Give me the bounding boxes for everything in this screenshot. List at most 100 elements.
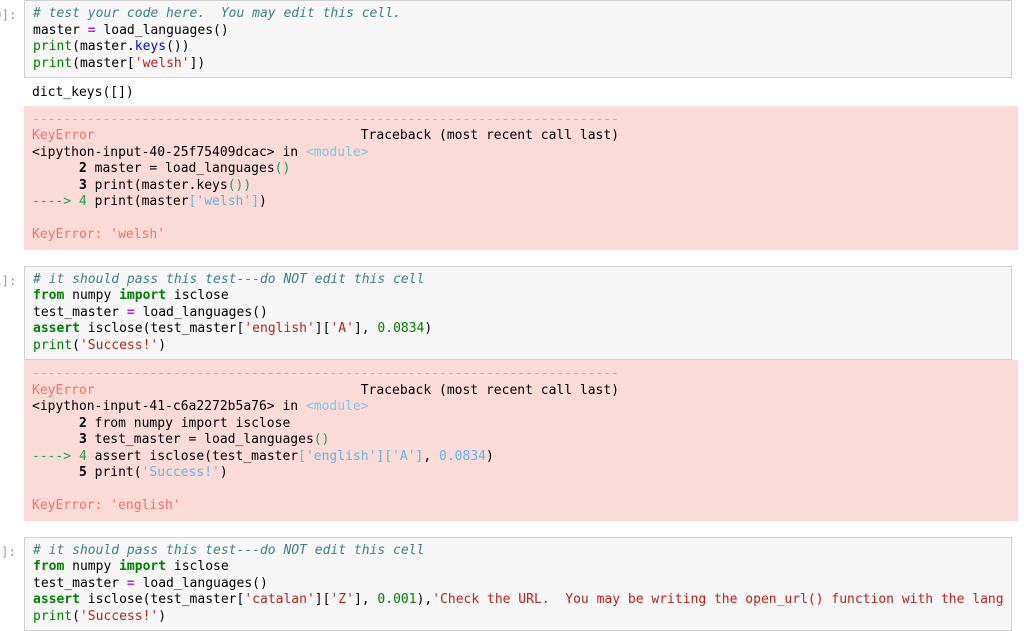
code-line: from numpy import isclose <box>33 559 229 574</box>
code-token: ], <box>354 321 377 336</box>
traceback-frame-scope: <module> <box>306 399 369 414</box>
code-token: = <box>88 23 96 38</box>
traceback-token: (master <box>134 194 189 209</box>
traceback-header-label: Traceback (most recent call last) <box>361 128 619 143</box>
code-token: print <box>33 56 72 71</box>
traceback-frame-scope: <module> <box>306 145 369 160</box>
error-body: ----------------------------------------… <box>16 360 1024 521</box>
traceback-token: () <box>275 161 291 176</box>
code-token: assert <box>33 592 80 607</box>
traceback-source-line: 2 from numpy import isclose <box>32 416 290 431</box>
traceback-token: (test_master <box>204 449 298 464</box>
code-token: keys <box>135 39 166 54</box>
traceback-token: master <box>87 161 150 176</box>
code-input-area[interactable]: # test your code here. You may edit this… <box>24 0 1012 78</box>
code-token: # it should pass this test---do NOT edit… <box>33 272 424 287</box>
traceback-area: ----------------------------------------… <box>24 360 1018 521</box>
traceback-token: ) <box>220 465 228 480</box>
cell-spacer <box>0 250 1024 266</box>
code-token: 'catalan' <box>244 592 314 607</box>
traceback-token: print <box>87 178 134 193</box>
stdout-area: dict_keys([]) <box>24 78 1024 106</box>
code-line: print('Success!') <box>33 338 166 353</box>
code-source[interactable]: # it should pass this test---do NOT edit… <box>33 543 1005 626</box>
notebook-cell[interactable]: ]:# it should pass this test---do NOT ed… <box>0 537 1024 631</box>
code-token: ) <box>158 609 166 624</box>
code-token: = <box>127 576 135 591</box>
notebook-container: 0]: # test your code here. You may edit t… <box>0 0 1024 631</box>
traceback-token: 5 <box>79 465 87 480</box>
traceback-token: ][ <box>376 449 392 464</box>
code-token: 'welsh' <box>135 56 190 71</box>
code-token: # it should pass this test---do NOT edit… <box>33 543 424 558</box>
traceback-token <box>32 432 79 447</box>
traceback-source-line: ----> 4 print(master['welsh']) <box>32 194 267 209</box>
traceback-rule: ----------------------------------------… <box>32 112 619 127</box>
code-token: = <box>127 305 135 320</box>
traceback-token: 3 <box>79 432 87 447</box>
code-line: # test your code here. You may edit this… <box>33 6 401 21</box>
traceback-token: ----> <box>32 449 79 464</box>
traceback-token: 0.0834 <box>439 449 486 464</box>
traceback-token: 'A' <box>392 449 415 464</box>
traceback-frame-in: in <box>275 145 306 160</box>
traceback-token <box>32 416 79 431</box>
traceback-token: 4 <box>79 449 87 464</box>
traceback-token: 2 <box>79 416 87 431</box>
traceback-source-line: 3 test_master = load_languages() <box>32 432 329 447</box>
traceback-token: from numpy import isclose <box>87 416 291 431</box>
code-line: assert isclose(test_master['english']['A… <box>33 321 432 336</box>
cell-body: # it should pass this test---do NOT edit… <box>16 537 1024 631</box>
code-token: ( <box>72 609 80 624</box>
error-body: ----------------------------------------… <box>16 106 1024 250</box>
cell-output-error: ----------------------------------------… <box>0 106 1024 250</box>
traceback-final-message: KeyError: 'welsh' <box>32 227 165 242</box>
traceback-token: ( <box>134 465 142 480</box>
code-token: from <box>33 559 64 574</box>
code-token: ) <box>424 321 432 336</box>
code-token: import <box>119 288 166 303</box>
code-input-area[interactable]: # it should pass this test---do NOT edit… <box>24 537 1012 631</box>
traceback-token: print <box>87 194 134 209</box>
code-source[interactable]: # it should pass this test---do NOT edit… <box>33 272 1005 355</box>
code-line: assert isclose(test_master['catalan']['Z… <box>33 592 1004 607</box>
notebook-cell[interactable]: 0]: # test your code here. You may edit t… <box>0 0 1024 78</box>
code-line: # it should pass this test---do NOT edit… <box>33 543 424 558</box>
code-token: isclose <box>166 288 229 303</box>
notebook-cell[interactable]: 1]:# it should pass this test---do NOT e… <box>0 266 1024 361</box>
traceback-token: [ <box>298 449 306 464</box>
code-token: 'Success!' <box>80 338 158 353</box>
traceback-token: 2 <box>79 161 87 176</box>
traceback-token: 3 <box>79 178 87 193</box>
traceback-token: = load_languages <box>189 432 314 447</box>
code-source[interactable]: # test your code here. You may edit this… <box>33 6 1005 72</box>
traceback-text: ----------------------------------------… <box>32 366 1012 515</box>
cell-body: # it should pass this test---do NOT edit… <box>16 266 1024 361</box>
code-token: from <box>33 288 64 303</box>
code-line: print(master.keys()) <box>33 39 190 54</box>
traceback-token: 'Success!' <box>142 465 220 480</box>
traceback-error-type: KeyError <box>32 128 95 143</box>
code-token: 0.001 <box>377 592 416 607</box>
traceback-source-line: 2 master = load_languages() <box>32 161 290 176</box>
traceback-token: () <box>314 432 330 447</box>
code-input-area[interactable]: # it should pass this test---do NOT edit… <box>24 266 1012 361</box>
code-token: # test your code here. You may edit this… <box>33 6 401 21</box>
code-token: assert <box>33 321 80 336</box>
traceback-token: assert isclose <box>87 449 204 464</box>
code-token: print <box>33 338 72 353</box>
cell-output-error: ----------------------------------------… <box>0 360 1024 521</box>
traceback-rule: ----------------------------------------… <box>32 366 619 381</box>
cell-prompt-label: 0]: <box>0 0 16 24</box>
cell-output-stdout: dict_keys([]) <box>0 78 1024 106</box>
code-token: load_languages() <box>96 23 229 38</box>
traceback-token: 'english' <box>306 449 376 464</box>
code-token: (master[ <box>72 56 135 71</box>
traceback-area: ----------------------------------------… <box>24 106 1018 250</box>
code-token: print <box>33 609 72 624</box>
code-line: test_master = load_languages() <box>33 576 268 591</box>
traceback-text: ----------------------------------------… <box>32 112 1012 244</box>
traceback-source-line: 3 print(master.keys()) <box>32 178 251 193</box>
traceback-token <box>32 161 79 176</box>
code-token: isclose(test_master[ <box>80 592 244 607</box>
